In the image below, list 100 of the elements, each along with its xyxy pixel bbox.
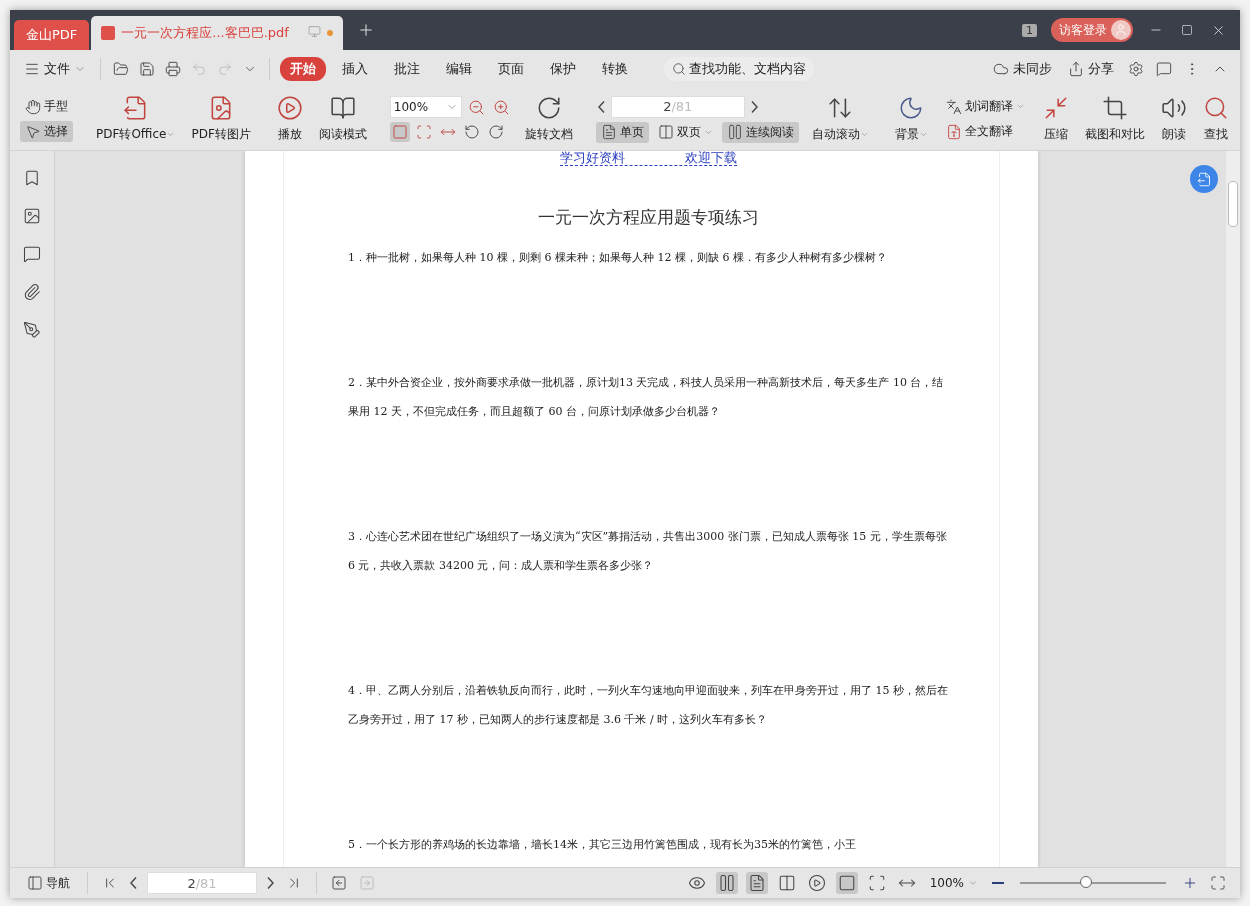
rotate-button[interactable]: 旋转文档 <box>521 93 576 145</box>
fullscreen-button[interactable] <box>1208 873 1228 893</box>
tool-button[interactable]: 手型 <box>20 96 73 117</box>
monitor-icon <box>308 25 322 38</box>
continuous-icon <box>726 124 743 140</box>
undo-icon <box>191 61 207 77</box>
page-header-text: 学习好资料 <box>560 151 625 165</box>
app-tab[interactable]: 金山PDF <box>14 20 90 50</box>
translate-button[interactable]: 划词翻译 <box>940 96 1030 117</box>
actual-size-icon <box>391 124 408 140</box>
folder-icon <box>113 61 129 77</box>
translate-icon <box>945 98 962 115</box>
cloud-icon <box>993 61 1009 77</box>
eye-icon <box>687 874 706 892</box>
share-button[interactable]: 分享 <box>1064 58 1118 80</box>
menu-tab[interactable]: 转换 <box>592 57 638 81</box>
background-button[interactable]: 背景 <box>891 93 931 145</box>
previous-page-button[interactable] <box>595 98 607 115</box>
print-button[interactable] <box>163 59 183 79</box>
menu-tab[interactable]: 插入 <box>332 57 378 81</box>
plus-icon <box>1182 875 1198 891</box>
zoom-select[interactable]: 100% <box>925 874 982 892</box>
login-button[interactable]: 访客登录 <box>1051 18 1133 42</box>
next-page-button[interactable] <box>265 875 276 891</box>
tool-button[interactable]: 选择 <box>20 121 73 142</box>
layout-button[interactable]: 单页 <box>595 121 649 143</box>
scrollbar-thumb[interactable] <box>1228 181 1238 227</box>
settings-button[interactable] <box>1126 59 1146 79</box>
view-mode-button[interactable] <box>745 872 768 894</box>
convert-float-button[interactable] <box>1190 165 1218 193</box>
view-mode-button[interactable] <box>715 872 738 894</box>
chevron-left-icon <box>597 100 605 113</box>
view-button[interactable]: 播放 <box>273 93 306 145</box>
maximize-button[interactable] <box>1179 22 1195 38</box>
maximize-icon <box>1181 24 1193 36</box>
caret-icon <box>1015 102 1025 111</box>
zoom-out-icon <box>467 98 485 116</box>
document-tab[interactable]: 一元一次方程应...客巴巴.pdf <box>91 16 344 50</box>
signature-button[interactable] <box>21 319 43 341</box>
question-text: 3．心连心艺术团在世纪广场组织了一场义演为“灾区”募捐活动，共售出3000 张门票，已知成人票每张 15 元，学生票每张 6 元，共收入票款 34200 元，问：成人票和学生票各多少张？ <box>348 529 948 574</box>
search-field[interactable]: 查找功能、文档内容 <box>664 57 814 81</box>
sync-button[interactable]: 未同步 <box>989 58 1056 80</box>
page-number-field[interactable]: 2/81 <box>147 872 257 894</box>
save-icon <box>139 61 155 77</box>
back-icon <box>331 875 347 891</box>
feedback-button[interactable] <box>1154 59 1174 79</box>
pointer-icon <box>25 123 41 140</box>
navigation-button[interactable]: 导航 <box>22 872 75 894</box>
document-translate-icon <box>945 123 962 140</box>
play-icon <box>807 874 826 892</box>
caret-icon <box>166 130 176 139</box>
menu-tab[interactable]: 页面 <box>488 57 534 81</box>
tool-button[interactable]: 查找 <box>1199 93 1232 145</box>
file-menu[interactable]: 文件 <box>20 58 90 80</box>
previous-page-button[interactable] <box>128 875 139 891</box>
question-text: 4．甲、乙两人分别后，沿着铁轨反向而行，此时，一列火车匀速地向甲迎面驶来，列车在甲身旁开过，用了 15 秒，然后在乙身旁开过，用了 17 秒，已知两人的步行速度都是 3.6 千米 / 时，这列火车有多长？ <box>348 683 949 728</box>
layout-button[interactable]: 连续阅读 <box>721 121 799 143</box>
layout-button[interactable]: 双页 <box>652 121 718 143</box>
translate-button[interactable]: 全文翻译 <box>940 121 1030 142</box>
settings-icon <box>1128 61 1144 77</box>
convert-button[interactable]: PDF转图片 <box>188 93 254 145</box>
caret-icon <box>968 878 978 888</box>
zoom-in-icon <box>492 98 510 116</box>
rotate-left-icon <box>463 124 480 140</box>
actual-size-button[interactable] <box>389 122 410 142</box>
share-icon <box>1068 61 1084 77</box>
window-count-badge[interactable]: 1 <box>1022 23 1037 37</box>
page-header-text: 欢迎下载 <box>685 151 737 165</box>
menu-tab[interactable]: 批注 <box>384 57 430 81</box>
forward-icon <box>359 875 375 891</box>
single-page-icon <box>600 124 617 140</box>
page-number-field[interactable]: 2/81 <box>610 95 745 118</box>
print-icon <box>165 61 181 77</box>
view-mode-button[interactable] <box>835 872 858 894</box>
chevron-right-icon <box>267 877 274 889</box>
pen-icon <box>23 321 41 339</box>
hand-icon <box>25 98 41 115</box>
convert-button[interactable]: PDF转Office <box>93 93 179 145</box>
tool-button[interactable]: 截图和对比 <box>1081 93 1148 145</box>
slider-thumb[interactable] <box>1080 876 1093 888</box>
actual-size-icon <box>837 874 856 892</box>
tool-button[interactable]: 压缩 <box>1039 93 1072 145</box>
auto-scroll-button[interactable]: 自动滚动 <box>808 93 872 145</box>
bookmark-icon <box>23 169 41 187</box>
back-button[interactable] <box>329 873 349 893</box>
menu-tab[interactable]: 保护 <box>540 57 586 81</box>
caret-icon <box>918 130 928 139</box>
menu-tab[interactable]: 开始 <box>280 57 326 81</box>
menu-tab[interactable]: 编辑 <box>436 57 482 81</box>
view-button[interactable]: 阅读模式 <box>315 93 370 145</box>
single-page-icon <box>747 874 766 892</box>
image-icon <box>23 207 41 225</box>
question-text: 5．一个长方形的养鸡场的长边靠墙，墙长14米，其它三边用竹篱笆围成，现有长为35米的竹篱笆，小王 <box>348 837 857 853</box>
screenshot-icon <box>1101 95 1128 121</box>
paperclip-icon <box>23 283 41 301</box>
zoom-select[interactable]: 100% <box>389 96 462 118</box>
save-button[interactable] <box>137 59 157 79</box>
tool-button[interactable]: 朗读 <box>1157 93 1190 145</box>
redo-icon <box>217 61 233 77</box>
pdf-icon <box>101 26 116 40</box>
